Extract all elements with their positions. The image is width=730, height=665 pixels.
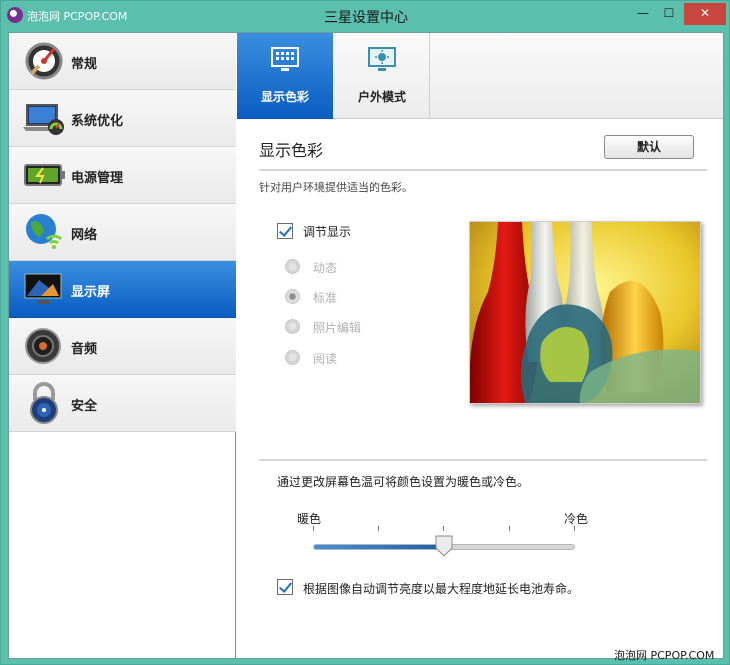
slider-warm-label: 暖色	[297, 512, 322, 526]
mode-photo-edit-radio[interactable]	[285, 319, 300, 334]
sidebar-item-label: 常规	[71, 57, 98, 72]
slider-cool-label: 冷色	[564, 512, 589, 526]
divider	[259, 459, 707, 461]
slider-fill	[314, 545, 444, 549]
mode-standard-radio[interactable]	[285, 289, 300, 304]
preview-image	[469, 221, 701, 404]
watermark-bottom: 泡泡网 PCPOP.COM	[614, 649, 715, 662]
sidebar-item-power[interactable]: 电源管理	[9, 147, 236, 204]
close-button[interactable]: ✕	[684, 3, 726, 25]
slider-tick	[509, 526, 510, 531]
sidebar-item-label: 网络	[71, 228, 98, 243]
sidebar-item-system-optimize[interactable]: 系统优化	[9, 90, 236, 147]
app-window: 泡泡网 PCPOP.COM 三星设置中心 — ☐ ✕ 常规 系统优化 电源管理 …	[0, 0, 730, 665]
slider-tick	[443, 526, 444, 531]
section-title: 显示色彩	[259, 141, 324, 160]
mode-photo-edit-label: 照片编辑	[313, 321, 362, 335]
mode-dynamic-radio[interactable]	[285, 259, 300, 274]
slider-thumb[interactable]	[435, 535, 453, 557]
minimize-button[interactable]: —	[631, 3, 655, 25]
mode-dynamic-label: 动态	[313, 261, 338, 275]
tab-display-color[interactable]: 显示色彩	[237, 33, 333, 119]
slider-tick	[574, 526, 575, 531]
sidebar-item-label: 显示屏	[71, 285, 111, 300]
tab-outdoor-mode[interactable]: 户外模式	[334, 33, 430, 119]
auto-brightness-checkbox[interactable]	[277, 579, 293, 595]
padlock-icon	[30, 382, 58, 424]
sidebar-item-label: 安全	[71, 399, 98, 414]
laptop-icon	[23, 104, 64, 135]
outdoor-mode-icon	[368, 47, 396, 71]
divider	[259, 169, 707, 171]
tab-label: 户外模式	[357, 90, 406, 104]
adjust-display-label: 调节显示	[303, 225, 352, 239]
sidebar-item-network[interactable]: 网络	[9, 204, 236, 261]
slider-tick	[378, 526, 379, 531]
slider-tick	[313, 526, 314, 531]
adjust-display-checkbox[interactable]	[277, 223, 293, 239]
sidebar: 常规 系统优化 电源管理 网络 显示屏 音频 安全	[9, 33, 236, 658]
tab-label: 显示色彩	[260, 90, 309, 104]
main-panel: 显示色彩 户外模式 显示色彩 默认 针对用户环境提供适当的色彩。 调节显示 动态…	[237, 33, 723, 658]
sidebar-item-display[interactable]: 显示屏	[9, 261, 236, 318]
sidebar-item-security[interactable]: 安全	[9, 375, 236, 432]
tab-bar: 显示色彩 户外模式	[237, 33, 723, 119]
sidebar-item-general[interactable]: 常规	[9, 33, 236, 90]
sidebar-item-label: 电源管理	[71, 171, 124, 186]
battery-icon	[24, 164, 65, 186]
mode-reading-label: 阅读	[313, 352, 338, 366]
sidebar-item-label: 系统优化	[71, 114, 124, 129]
default-button[interactable]: 默认	[604, 135, 694, 159]
mode-standard-label: 标准	[313, 291, 338, 305]
temperature-description: 通过更改屏幕色温可将颜色设置为暖色或冷色。	[277, 475, 530, 489]
maximize-button[interactable]: ☐	[657, 3, 681, 25]
section-description: 针对用户环境提供适当的色彩。	[259, 181, 413, 194]
auto-brightness-label: 根据图像自动调节亮度以最大程度地延长电池寿命。	[303, 582, 580, 596]
glass-vases-image	[470, 222, 700, 403]
sidebar-item-audio[interactable]: 音频	[9, 318, 236, 375]
mode-reading-radio[interactable]	[285, 350, 300, 365]
client-area: 常规 系统优化 电源管理 网络 显示屏 音频 安全 显示色彩 户外模式 显示色彩…	[8, 32, 724, 659]
globe-wifi-icon	[26, 214, 63, 249]
monitor-icon	[24, 273, 62, 304]
display-color-icon	[271, 47, 299, 71]
settings-gauge-icon	[25, 42, 63, 80]
window-title: 三星设置中心	[324, 10, 408, 26]
title-bar[interactable]: 泡泡网 PCPOP.COM 三星设置中心 — ☐ ✕	[1, 1, 730, 31]
sidebar-item-label: 音频	[71, 342, 98, 357]
speaker-icon	[25, 328, 61, 364]
